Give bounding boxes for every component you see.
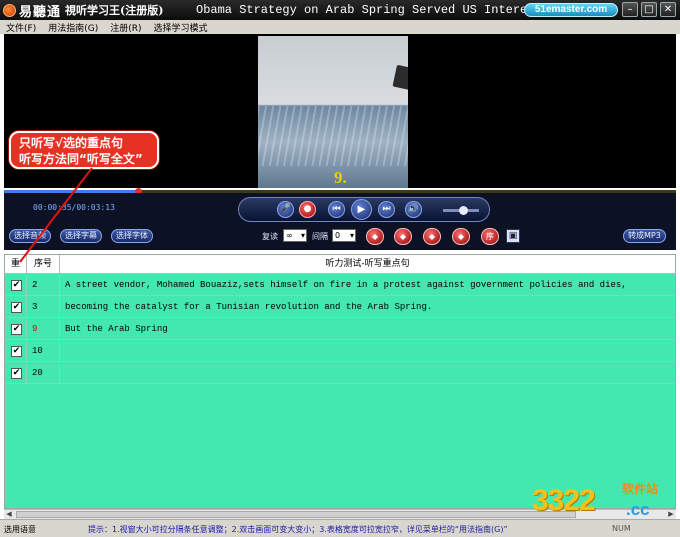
video-frame[interactable]: 9. (258, 36, 408, 188)
speaker-icon[interactable]: 🔊 (405, 201, 422, 218)
callout-line-2: 听写方法同“听写全文” (19, 152, 143, 166)
row-text[interactable]: A street vendor, Mohamed Bouaziz,sets hi… (60, 275, 675, 296)
select-subtitle-button[interactable]: 选择字幕 (60, 229, 102, 243)
aircraft-wing (392, 64, 408, 102)
mode-button-3[interactable]: ◆ (423, 228, 441, 245)
site-badge[interactable]: 51emaster.com (524, 3, 618, 17)
num-lock-indicator: NUM (612, 524, 631, 533)
header-check[interactable]: 重 (5, 255, 27, 274)
table-row[interactable]: ✔ 2 A street vendor, Mohamed Bouaziz,set… (5, 275, 675, 296)
row-checkbox-cell: ✔ (5, 341, 27, 362)
control-bar: 00:00:35/00:03:13 🎤 ● ⏮ ▶ ⏭ 🔊 选择音频 选择字幕 … (4, 193, 676, 250)
watermark-cn: 软件站 (622, 482, 659, 496)
volume-thumb[interactable] (458, 206, 468, 215)
table-row[interactable]: ✔ 3 becoming the catalyst for a Tunisian… (5, 297, 675, 318)
window-title: Obama Strategy on Arab Spring Served US … (196, 3, 578, 17)
record-icon[interactable]: ● (299, 201, 316, 218)
time-display: 00:00:35/00:03:13 (33, 203, 115, 212)
row-number: 3 (27, 297, 60, 318)
row-text[interactable] (60, 363, 675, 384)
subtitle-number: 9. (334, 168, 347, 187)
menu-bar: 文件(F) 用法指南(G) 注册(R) 选择学习模式 (0, 20, 680, 34)
table-header: 重 序号 听力测试-听写重点句 (5, 255, 675, 274)
convert-mp3-button[interactable]: 转成MP3 (623, 229, 666, 243)
transport-controls: 🎤 ● ⏮ ▶ ⏭ 🔊 (238, 197, 490, 222)
callout-line-1: 只听写√选的重点句 (19, 136, 124, 150)
menu-usage-guide[interactable]: 用法指南(G) (42, 21, 104, 34)
row-checkbox-cell: ✔ (5, 319, 27, 340)
watermark-logo: 3322 软件站 .cc (530, 478, 678, 522)
select-font-button[interactable]: 选择字体 (111, 229, 153, 243)
app-subtitle: 視听学习王(注册版) (65, 4, 164, 17)
title-bar: 易聽通 視听学习王(注册版) Obama Strategy on Arab Sp… (0, 0, 680, 20)
row-checkbox[interactable]: ✔ (11, 368, 22, 379)
select-audio-button[interactable]: 选择音频 (9, 229, 51, 243)
header-number[interactable]: 序号 (27, 255, 60, 274)
interval-select[interactable]: 0 (332, 229, 356, 242)
status-text: 选用语意 (4, 525, 36, 534)
row-checkbox-cell: ✔ (5, 275, 27, 296)
watermark-digits: 3322 (532, 484, 596, 517)
next-icon[interactable]: ⏭ (378, 201, 395, 218)
maximize-button[interactable]: □ (641, 2, 657, 17)
app-logo-icon (3, 3, 16, 17)
row-checkbox[interactable]: ✔ (11, 302, 22, 313)
row-checkbox[interactable]: ✔ (11, 324, 22, 335)
row-number: 9 (27, 319, 60, 340)
previous-icon[interactable]: ⏮ (328, 201, 345, 218)
row-checkbox-cell: ✔ (5, 297, 27, 318)
row-checkbox-cell: ✔ (5, 363, 27, 384)
row-number: 20 (27, 363, 60, 384)
menu-register[interactable]: 注册(R) (104, 21, 147, 34)
row-number: 10 (27, 341, 60, 362)
minimize-button[interactable]: – (622, 2, 638, 17)
microphone-icon[interactable]: 🎤 (277, 201, 294, 218)
row-text[interactable]: But the Arab Spring (60, 319, 675, 340)
status-tip: 提示：1.视窗大小可拉分隔条任意调整；2.双击画面可变大变小；3.表格宽度可拉宽… (88, 525, 508, 534)
play-icon[interactable]: ▶ (351, 199, 372, 220)
row-text[interactable]: becoming the catalyst for a Tunisian rev… (60, 297, 675, 318)
sea-surface (258, 106, 408, 166)
mode-button-2[interactable]: ◆ (394, 228, 412, 245)
row-checkbox[interactable]: ✔ (11, 346, 22, 357)
mode-button-4[interactable]: ◆ (452, 228, 470, 245)
sequence-button[interactable]: 序 (481, 228, 499, 245)
row-text[interactable] (60, 341, 675, 362)
repeat-label: 复读 (262, 232, 278, 241)
watermark-domain: .cc (626, 500, 650, 519)
close-button[interactable]: ✕ (660, 2, 676, 17)
table-row[interactable]: ✔ 20 (5, 363, 675, 384)
save-icon[interactable]: ▣ (506, 229, 520, 243)
annotation-callout: 只听写√选的重点句 听写方法同“听写全文” (9, 131, 159, 169)
sentence-table: 重 序号 听力测试-听写重点句 ✔ 2 A street vendor, Moh… (4, 254, 676, 509)
table-row[interactable]: ✔ 9 But the Arab Spring (5, 319, 675, 340)
repeat-select[interactable]: ∞ (283, 229, 307, 242)
header-content[interactable]: 听力测试-听写重点句 (60, 255, 675, 274)
menu-file[interactable]: 文件(F) (0, 21, 42, 34)
row-number: 2 (27, 275, 60, 296)
row-checkbox[interactable]: ✔ (11, 280, 22, 291)
table-row[interactable]: ✔ 10 (5, 341, 675, 362)
scrollbar-thumb[interactable] (16, 511, 576, 518)
interval-label: 间隔 (312, 232, 328, 241)
mode-button-1[interactable]: ◆ (366, 228, 384, 245)
scroll-left-icon[interactable]: ◀ (4, 510, 14, 519)
menu-study-mode[interactable]: 选择学习模式 (147, 21, 213, 34)
app-name: 易聽通 (19, 4, 62, 20)
